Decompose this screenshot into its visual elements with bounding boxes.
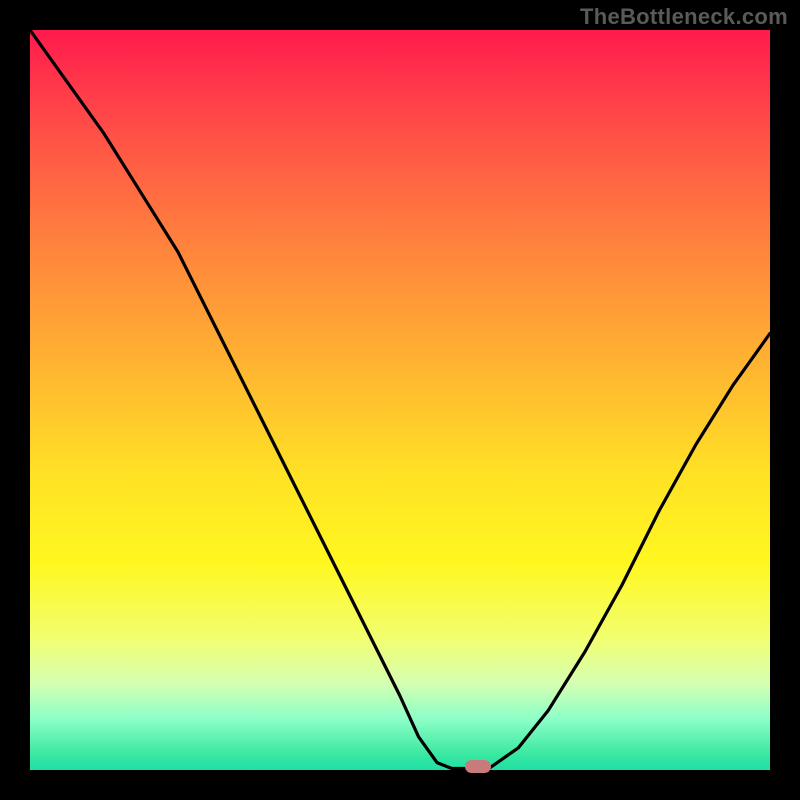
bottleneck-curve [30, 30, 770, 769]
curve-svg [30, 30, 770, 770]
plot-area [30, 30, 770, 770]
watermark-text: TheBottleneck.com [580, 4, 788, 30]
valley-marker [465, 760, 491, 773]
chart-frame: TheBottleneck.com [0, 0, 800, 800]
